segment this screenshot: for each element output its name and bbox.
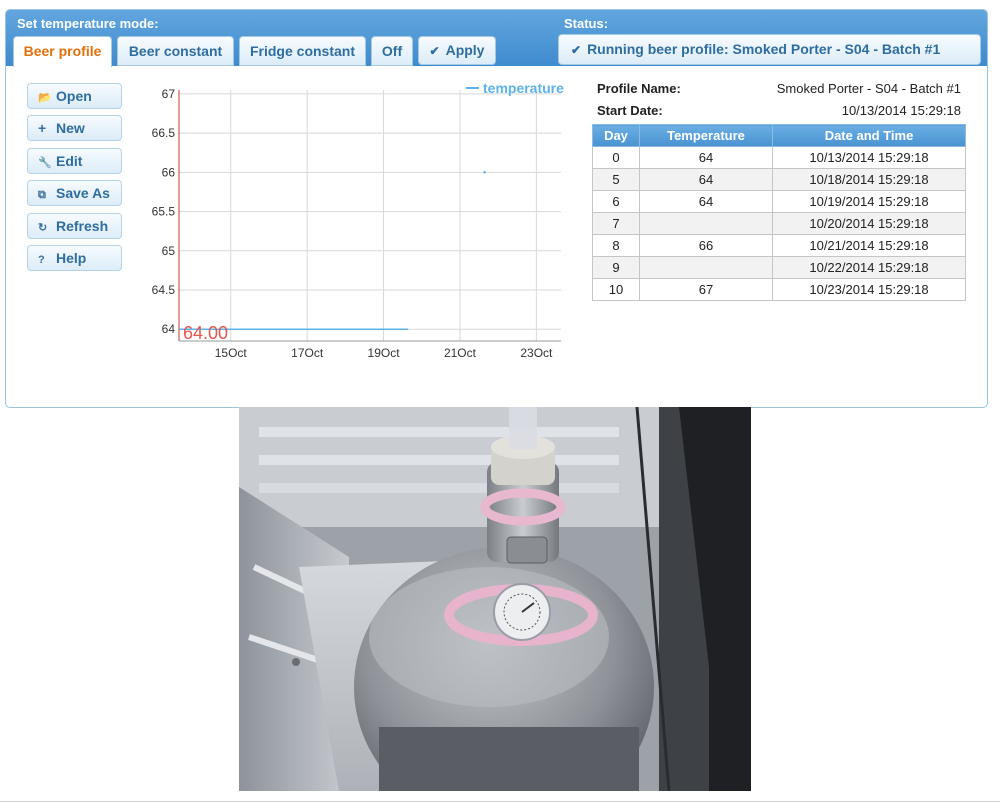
cell-day: 0 — [592, 146, 640, 169]
series-point — [483, 171, 486, 174]
status-text: Running beer profile: Smoked Porter - S0… — [587, 41, 941, 57]
y-tick-label: 64 — [162, 322, 176, 336]
tab-fridge-constant[interactable]: Fridge constant — [239, 36, 366, 66]
y-tick-label: 67 — [162, 87, 176, 101]
folder-open-icon: 📂 — [38, 92, 52, 104]
profile-table: Day Temperature Date and Time 0 64 10/13… — [592, 124, 966, 301]
cell-day: 5 — [592, 168, 640, 191]
apply-button[interactable]: ✔ Apply — [418, 36, 496, 65]
help-button[interactable]: ? Help — [27, 245, 122, 271]
help-label: Help — [56, 250, 87, 266]
cell-day: 8 — [592, 234, 640, 257]
save-as-label: Save As — [56, 185, 110, 201]
edit-button[interactable]: 🔧 Edit — [27, 148, 122, 174]
open-label: Open — [56, 88, 92, 104]
y-tick-label: 65.5 — [152, 205, 176, 219]
cell-date-time: 10/19/2014 15:29:18 — [772, 190, 966, 213]
table-row[interactable]: 7 10/20/2014 15:29:18 — [592, 212, 966, 235]
current-value-label: 64.00 — [183, 323, 228, 343]
profile-name-value: Smoked Porter - S04 - Batch #1 — [776, 81, 961, 96]
column-header-temperature: Temperature — [639, 124, 773, 147]
bottom-divider — [0, 801, 1000, 802]
cell-date-time: 10/18/2014 15:29:18 — [772, 168, 966, 191]
cell-date-time: 10/13/2014 15:29:18 — [772, 146, 966, 169]
new-label: New — [56, 120, 85, 136]
copy-icon: ⧉ — [38, 189, 46, 201]
y-tick-label: 65 — [162, 244, 176, 258]
temperature-control-panel: Set temperature mode: Status: Beer profi… — [5, 9, 988, 408]
open-button[interactable]: 📂 Open — [27, 83, 122, 109]
x-tick-label: 19Oct — [368, 346, 401, 360]
refresh-label: Refresh — [56, 218, 109, 234]
profile-name-label: Profile Name: — [597, 81, 681, 96]
x-tick-label: 21Oct — [444, 346, 477, 360]
start-date-label: Start Date: — [597, 103, 663, 118]
table-row[interactable]: 5 64 10/18/2014 15:29:18 — [592, 168, 966, 191]
cell-temperature[interactable]: 64 — [639, 146, 773, 169]
cell-day: 9 — [592, 256, 640, 279]
fermenter-photo-drawing — [239, 407, 751, 791]
table-row[interactable]: 10 67 10/23/2014 15:29:18 — [592, 278, 966, 301]
legend-label: temperature — [483, 80, 564, 96]
status-display: ✔ Running beer profile: Smoked Porter - S… — [558, 34, 981, 65]
mode-label: Set temperature mode: — [17, 16, 159, 31]
cell-temperature[interactable]: 66 — [639, 234, 773, 257]
x-tick-label: 15Oct — [215, 346, 248, 360]
table-row[interactable]: 8 66 10/21/2014 15:29:18 — [592, 234, 966, 257]
x-tick-label: 23Oct — [520, 346, 553, 360]
cell-date-time: 10/22/2014 15:29:18 — [772, 256, 966, 279]
column-header-day: Day — [592, 124, 640, 147]
cell-date-time: 10/23/2014 15:29:18 — [772, 278, 966, 301]
cell-temperature[interactable]: 64 — [639, 190, 773, 213]
y-tick-label: 64.5 — [152, 283, 176, 297]
check-icon: ✔ — [429, 44, 440, 58]
cell-temperature[interactable]: 64 — [639, 168, 773, 191]
wrench-icon: 🔧 — [38, 157, 52, 169]
y-tick-label: 66 — [162, 165, 176, 179]
x-tick-label: 17Oct — [291, 346, 324, 360]
apply-label: Apply — [445, 42, 485, 58]
cell-day: 6 — [592, 190, 640, 213]
table-row[interactable]: 6 64 10/19/2014 15:29:18 — [592, 190, 966, 213]
cell-date-time: 10/20/2014 15:29:18 — [772, 212, 966, 235]
check-icon: ✔ — [571, 43, 582, 57]
cell-date-time: 10/21/2014 15:29:18 — [772, 234, 966, 257]
plus-icon: + — [38, 120, 47, 136]
cell-day: 10 — [592, 278, 640, 301]
start-date-value: 10/13/2014 15:29:18 — [841, 103, 961, 118]
column-header-date-time: Date and Time — [772, 124, 966, 147]
cell-temperature[interactable] — [639, 256, 773, 279]
tab-off[interactable]: Off — [371, 36, 413, 66]
fermenter-camera-image — [239, 407, 751, 791]
temperature-chart: 64 64.5 65 65.5 66 66.5 67 15Oct 17Oct 19Oct 21Oct… — [152, 80, 564, 360]
tab-beer-profile[interactable]: Beer profile — [13, 36, 112, 67]
table-row[interactable]: 9 10/22/2014 15:29:18 — [592, 256, 966, 279]
table-header-row: Day Temperature Date and Time — [592, 124, 966, 147]
save-as-button[interactable]: ⧉ Save As — [27, 180, 122, 206]
refresh-button[interactable]: ↻ Refresh — [27, 213, 122, 239]
refresh-icon: ↻ — [38, 222, 48, 234]
cell-temperature[interactable]: 67 — [639, 278, 773, 301]
y-tick-label: 66.5 — [152, 126, 176, 140]
panel-header: Set temperature mode: Status: Beer profi… — [6, 10, 987, 67]
status-label: Status: — [564, 16, 609, 31]
edit-label: Edit — [56, 153, 83, 169]
tab-beer-constant[interactable]: Beer constant — [117, 36, 234, 66]
table-row[interactable]: 0 64 10/13/2014 15:29:18 — [592, 146, 966, 169]
help-icon: ? — [38, 254, 45, 266]
new-button[interactable]: + New — [27, 115, 122, 141]
cell-day: 7 — [592, 212, 640, 235]
cell-temperature[interactable] — [639, 212, 773, 235]
